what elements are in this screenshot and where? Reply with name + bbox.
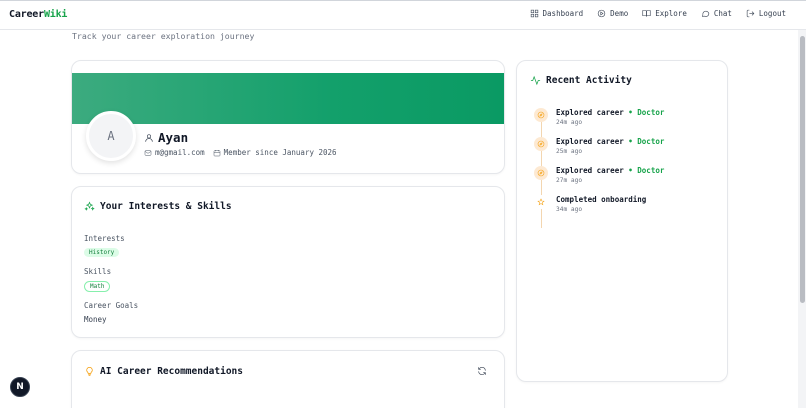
activity-item: Explored career • Doctor 24m ago <box>534 108 664 126</box>
activity-item: Explored career • Doctor 27m ago <box>534 166 664 184</box>
refresh-icon <box>478 367 486 375</box>
activity-target[interactable]: • Doctor <box>628 166 664 175</box>
activity-item: Explored career • Doctor 25m ago <box>534 137 664 155</box>
star-icon <box>537 198 545 206</box>
ai-card-title-text: AI Career Recommendations <box>100 366 243 377</box>
book-icon <box>642 10 651 17</box>
profile-member-since: Member since January 2026 <box>213 148 337 157</box>
interest-tag: History <box>84 248 120 257</box>
logout-icon <box>746 9 755 18</box>
activity-dot <box>534 195 548 209</box>
brand-part-wiki: Wiki <box>43 9 68 20</box>
skill-tag: Math <box>84 281 111 292</box>
activity-target[interactable]: • Doctor <box>628 137 664 146</box>
top-navbar: CareerWiki Dashboard Demo Explore Chat L… <box>0 0 806 30</box>
brand-part-career: Career <box>9 9 44 20</box>
activity-target[interactable]: • Doctor <box>628 108 664 117</box>
activity-target-text: Doctor <box>637 166 665 175</box>
activity-target-text: Doctor <box>637 137 665 146</box>
activity-action: Explored career <box>556 137 624 146</box>
nav-links: Dashboard Demo Explore Chat Logout <box>530 9 786 18</box>
activity-action: Explored career <box>556 108 624 117</box>
refresh-button[interactable] <box>477 366 487 376</box>
avatar: A <box>86 111 136 161</box>
activity-time: 34m ago <box>556 206 583 213</box>
nav-logout-label: Logout <box>758 9 786 18</box>
calendar-icon <box>213 149 220 156</box>
activity-action: Explored career <box>556 166 624 175</box>
compass-icon <box>537 169 545 177</box>
activity-dot <box>534 108 548 122</box>
recent-activity-card: Recent Activity Explored career • Doctor… <box>516 60 728 382</box>
nav-explore[interactable]: Explore <box>642 9 687 18</box>
floating-n-button[interactable]: N <box>10 377 30 397</box>
interests-card-title: Your Interests & Skills <box>84 201 232 212</box>
interests-skills-card: Your Interests & Skills Interests Histor… <box>71 186 505 338</box>
sparkles-icon <box>84 201 95 211</box>
grid-icon <box>530 9 538 18</box>
activity-text: Explored career • Doctor <box>556 137 664 146</box>
profile-email-text: m@gmail.com <box>155 148 205 157</box>
scrollbar-thumb[interactable] <box>800 36 805 303</box>
ai-recommendations-card: AI Career Recommendations <box>71 350 505 408</box>
play-circle-icon <box>597 9 606 18</box>
ai-card-title: AI Career Recommendations <box>84 366 243 377</box>
nav-explore-label: Explore <box>655 9 687 18</box>
activity-text: Explored career • Doctor <box>556 166 664 175</box>
activity-card-title-text: Recent Activity <box>546 75 632 86</box>
nav-dashboard[interactable]: Dashboard <box>530 9 584 18</box>
profile-meta: m@gmail.com Member since January 2026 <box>144 148 337 157</box>
skills-label: Skills <box>84 267 112 276</box>
activity-time: 27m ago <box>556 177 583 184</box>
activity-card-title: Recent Activity <box>530 75 632 86</box>
profile-name: Ayan <box>144 130 188 145</box>
nav-demo-label: Demo <box>610 9 629 18</box>
brand-logo[interactable]: CareerWiki <box>9 9 67 20</box>
activity-time: 25m ago <box>556 148 583 155</box>
compass-icon <box>537 111 545 119</box>
activity-target-text: Doctor <box>637 108 665 117</box>
activity-dot <box>534 137 548 151</box>
activity-text: Explored career • Doctor <box>556 108 664 117</box>
lightbulb-icon <box>86 367 93 376</box>
mail-icon <box>144 149 152 156</box>
career-goals-label: Career Goals <box>84 301 139 310</box>
chat-bubble-icon <box>701 10 710 17</box>
interests-label: Interests <box>84 234 125 243</box>
activity-pulse-icon <box>530 75 541 86</box>
profile-name-text: Ayan <box>158 130 189 145</box>
nav-demo[interactable]: Demo <box>597 9 628 18</box>
profile-member-since-text: Member since January 2026 <box>223 148 337 157</box>
nav-chat[interactable]: Chat <box>701 9 732 18</box>
profile-banner <box>72 73 504 124</box>
user-icon <box>145 133 153 142</box>
profile-card: A Ayan m@gmail.com Member since January … <box>71 60 505 174</box>
activity-item: Completed onboarding 34m ago <box>534 195 646 213</box>
career-goals-value: Money <box>84 315 107 324</box>
nav-dashboard-label: Dashboard <box>542 9 584 18</box>
activity-time: 24m ago <box>556 119 583 126</box>
page-subtitle: Track your career exploration journey <box>72 31 255 41</box>
nav-chat-label: Chat <box>713 9 732 18</box>
interests-card-title-text: Your Interests & Skills <box>100 201 232 212</box>
activity-text: Completed onboarding <box>556 195 647 204</box>
top-border <box>0 0 806 1</box>
compass-icon <box>537 140 545 148</box>
nav-logout[interactable]: Logout <box>746 9 786 18</box>
profile-email: m@gmail.com <box>144 148 205 157</box>
activity-dot <box>534 166 548 180</box>
